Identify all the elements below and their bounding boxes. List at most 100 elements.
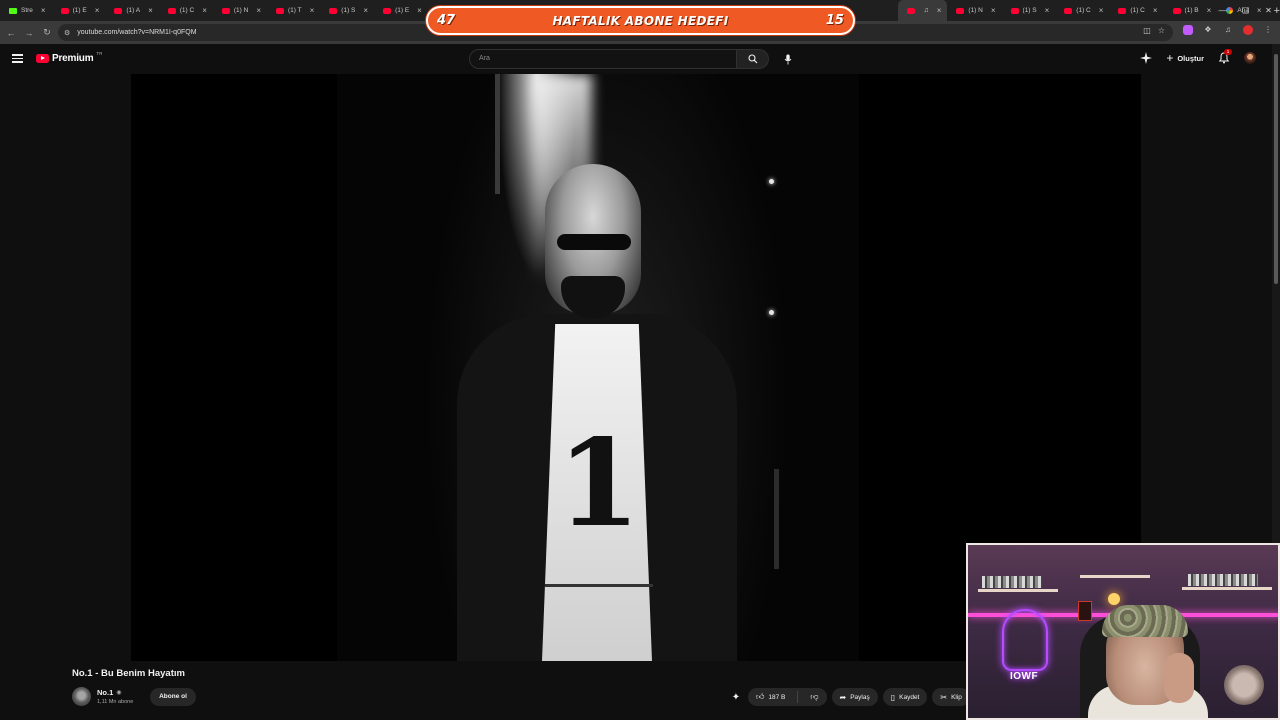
youtube-favicon-icon — [221, 7, 230, 14]
youtube-premium-logo[interactable]: Premium TR — [36, 51, 103, 64]
browser-tab[interactable]: Stre × — [0, 0, 52, 21]
like-count: 187 B — [768, 693, 786, 701]
save-button[interactable]: ▯ Kaydet — [882, 688, 928, 706]
notifications-button[interactable]: 1 — [1218, 49, 1232, 64]
create-label: Oluştur — [1177, 53, 1204, 63]
media-controls-icon[interactable]: ♫ — [1223, 25, 1233, 35]
browser-tab[interactable]: (1) C × — [159, 0, 213, 21]
subscribe-button[interactable]: Abone ol — [150, 688, 196, 706]
search-button[interactable] — [737, 49, 769, 69]
lamp — [1108, 593, 1120, 605]
youtube-masthead: Premium TR Ara + Oluştur 1 — [0, 44, 1272, 74]
install-app-icon[interactable]: ◫ — [1143, 26, 1151, 35]
browser-tab[interactable]: (1) E × — [374, 0, 428, 21]
video-title: No.1 - Bu Benim Hayatım — [72, 668, 185, 679]
sparkle-icon[interactable] — [1140, 52, 1153, 64]
tab-close-icon[interactable]: × — [1045, 6, 1050, 15]
tab-title: (1) C — [1130, 7, 1145, 14]
clip-button[interactable]: ✂ Klip — [932, 688, 970, 706]
tab-title: (1) E — [395, 7, 410, 14]
tab-title: (1) N — [968, 7, 983, 14]
video-figure: 1 — [457, 164, 737, 661]
create-button[interactable]: + Oluştur — [1166, 51, 1204, 65]
browser-tab[interactable]: (1) N × — [947, 0, 1001, 21]
thumbs-up-icon: 👍︎ — [756, 692, 765, 701]
close-window-icon[interactable]: ✕ — [1257, 6, 1280, 15]
tab-close-icon[interactable]: × — [363, 6, 368, 15]
shelf — [978, 589, 1058, 592]
wall-poster — [1078, 601, 1092, 621]
tab-close-icon[interactable]: × — [991, 6, 996, 15]
tab-close-icon[interactable]: × — [1153, 6, 1158, 15]
hamburger-menu-icon[interactable] — [12, 54, 23, 63]
tab-close-icon[interactable]: × — [41, 6, 46, 15]
tab-close-icon[interactable]: × — [148, 6, 153, 15]
browser-tab[interactable]: (1) S × — [320, 0, 374, 21]
decorative-plate — [1224, 665, 1264, 705]
browser-menu-icon[interactable]: ⋮ — [1263, 25, 1273, 35]
video-actions: ✦ 👍︎ 187 B 👎︎ ➦ Paylaş ▯ Kaydet ✂ Klip — [729, 688, 970, 706]
tab-title: (1) A — [126, 7, 141, 14]
kick-favicon-icon — [9, 7, 17, 14]
profile-icon[interactable] — [1243, 25, 1253, 35]
logo-text: Premium — [52, 53, 94, 64]
extension-purple-icon[interactable] — [1183, 25, 1193, 35]
jersey-stripe — [545, 584, 653, 587]
tab-title: (1) C — [179, 7, 195, 14]
channel-name-row[interactable]: No.1 ◉ — [97, 688, 122, 697]
masthead-actions: + Oluştur 1 — [1140, 49, 1256, 65]
tab-title: (1) E — [72, 7, 87, 14]
dislike-button[interactable]: 👎︎ — [802, 688, 826, 706]
tab-close-icon[interactable]: × — [417, 6, 422, 15]
browser-tab[interactable]: (1) B × — [1164, 0, 1218, 21]
extensions-puzzle-icon[interactable]: ❖ — [1203, 25, 1213, 35]
maximize-icon[interactable]: ❏ — [1234, 6, 1257, 15]
browser-tab[interactable]: (1) N × — [213, 0, 267, 21]
youtube-favicon-icon — [956, 7, 965, 14]
tab-title: (1) T — [288, 7, 302, 14]
browser-tab[interactable]: (1) C × — [1055, 0, 1109, 21]
sunglasses — [557, 234, 631, 250]
browser-tab[interactable]: (1) S × — [1002, 0, 1056, 21]
like-button[interactable]: 👍︎ 187 B — [748, 688, 793, 706]
back-icon[interactable]: ← — [2, 28, 20, 38]
browser-tab[interactable]: (1) C × — [1109, 0, 1163, 21]
search-input[interactable]: Ara — [469, 49, 737, 69]
streamer-webcam: IOWF — [966, 543, 1280, 720]
bookmark-star-icon[interactable]: ☆ — [1158, 26, 1165, 35]
share-button[interactable]: ➦ Paylaş — [831, 688, 878, 706]
plus-icon: + — [1166, 51, 1174, 65]
tab-close-icon[interactable]: × — [310, 6, 315, 15]
search-box: Ara — [469, 49, 769, 69]
site-info-icon[interactable]: ⚙ — [64, 29, 70, 37]
browser-tab[interactable]: ♫ × — [898, 0, 948, 21]
youtube-favicon-icon — [1010, 7, 1019, 14]
youtube-favicon-icon — [276, 7, 285, 14]
shelf-books — [1188, 574, 1258, 586]
browser-tab[interactable]: (1) E × — [52, 0, 106, 21]
browser-tab[interactable]: (1) A × — [105, 0, 158, 21]
voice-search-button[interactable] — [779, 50, 797, 68]
tab-close-icon[interactable]: × — [937, 6, 942, 15]
share-label: Paylaş — [850, 693, 870, 701]
youtube-favicon-icon — [329, 7, 338, 14]
tab-close-icon[interactable]: × — [202, 6, 207, 15]
minimize-icon[interactable]: — — [1211, 6, 1234, 15]
audio-playing-icon[interactable]: ♫ — [923, 7, 928, 14]
tab-close-icon[interactable]: × — [256, 6, 261, 15]
tab-close-icon[interactable]: × — [1099, 6, 1104, 15]
channel-avatar[interactable] — [72, 687, 91, 706]
youtube-favicon-icon — [114, 7, 123, 14]
extension-icons: ❖ ♫ ⋮ — [1183, 25, 1273, 35]
background-light — [769, 310, 774, 315]
ask-sparkle-icon[interactable]: ✦ — [729, 692, 743, 703]
country-code: TR — [96, 51, 103, 56]
reload-icon[interactable]: ↻ — [38, 27, 56, 38]
account-avatar[interactable] — [1244, 52, 1256, 64]
forward-icon[interactable]: → — [20, 28, 38, 38]
tab-close-icon[interactable]: × — [95, 6, 100, 15]
clip-label: Klip — [951, 693, 962, 701]
browser-tab[interactable]: (1) T × — [267, 0, 320, 21]
scrollbar-thumb[interactable] — [1274, 54, 1278, 284]
tab-list: Stre × (1) E × (1) A × (1) C × (1) N × (1) T × (1) S… — [0, 0, 475, 21]
